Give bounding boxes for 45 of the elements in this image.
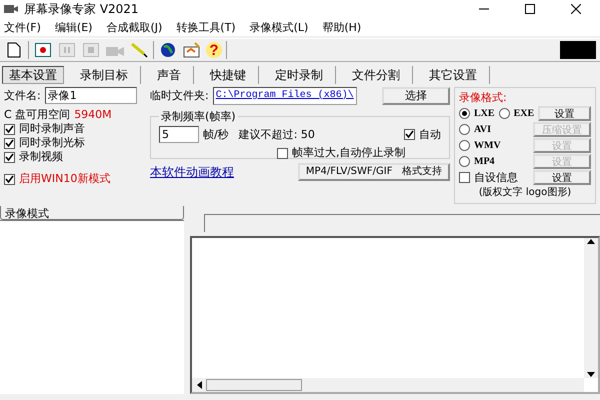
tab[interactable]: 快捷键 [198,66,259,84]
menu-item[interactable]: 编辑(E) [54,20,92,34]
format-option: EXE [514,106,534,120]
disk-space-value: 5940M [74,108,112,122]
temp-folder-label: 临时文件夹: [150,89,209,103]
format-option: AVI [474,122,492,136]
menu-item[interactable]: 转换工具(T) [176,20,236,34]
format-note: (版权文字 logo图形) [478,186,572,200]
choose-button[interactable]: 选择 [382,87,450,105]
tab[interactable]: 定时录制 [263,66,336,84]
disk-space-label: C 盘可用空间 [4,108,70,122]
recording-mode-tab[interactable]: 录像模式 [0,206,184,220]
format-option: WMV [474,138,501,152]
menu-item[interactable]: 帮助(H) [322,20,362,34]
auto-label: 自动 [419,128,441,142]
format-title: 录像格式: [459,91,508,105]
settings-button[interactable]: 设置 [538,106,591,121]
tab[interactable]: 其它设置 [417,66,490,84]
custom-info-label: 自设信息 [474,170,518,184]
option-label: 同时录制光标 [19,136,85,150]
menu-item[interactable]: 合成截取(J) [106,20,162,34]
unit-label: 帧/秒 [203,128,229,142]
format-support-button[interactable]: MP4/FLV/SWF/GIF 格式支持 [298,163,450,181]
frame-rate-field[interactable]: 5 [159,126,199,143]
tab[interactable]: 声音 [145,66,194,84]
tab[interactable]: 基本设置 [2,66,64,84]
win10-label: 启用WIN10新模式 [19,172,110,186]
option-label: 同时录制声音 [19,122,85,136]
hint-label: 建议不超过: 50 [238,128,315,142]
filename-field[interactable]: 录像1 [44,87,137,104]
menu-item[interactable]: 录像模式(L) [250,20,308,34]
settings-button[interactable]: 设置 [533,170,591,185]
window-title: 屏幕录像专家 V2021 [24,0,140,18]
tutorial-link[interactable]: 本软件动画教程 [150,165,234,179]
frame-rate-legend: 录制频率(帧率) [159,109,238,124]
temp-folder-path[interactable]: C:\Program Files (x86)\ [212,87,357,105]
help-button[interactable]: ? [206,42,222,58]
tab[interactable]: 文件分割 [340,66,413,84]
format-option: MP4 [474,154,495,168]
auto-stop-label: 帧率过大,自动停止录制 [292,146,406,160]
filename-label: 文件名: [4,88,41,102]
tab[interactable]: 录制目标 [68,66,141,84]
option-label: 录制视频 [19,150,63,164]
format-option: LXE [474,106,495,120]
menu-item[interactable]: 文件(F) [4,20,41,34]
